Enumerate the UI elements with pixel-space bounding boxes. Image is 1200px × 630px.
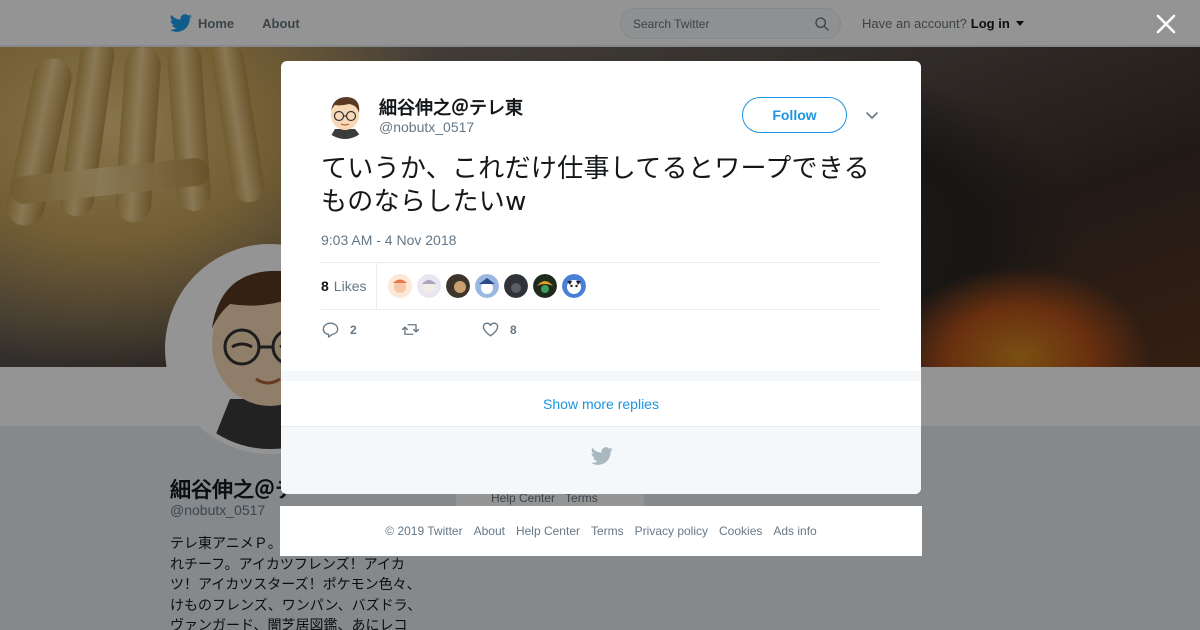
likes-stat[interactable]: 8 Likes (321, 263, 378, 309)
show-more-replies-button[interactable]: Show more replies (281, 381, 921, 427)
retweet-action[interactable] (401, 320, 430, 339)
liker-avatar[interactable] (417, 274, 442, 298)
liker-avatar[interactable] (533, 274, 558, 298)
footer-link-about[interactable]: About (474, 524, 505, 538)
tweet-timestamp[interactable]: 9:03 AM - 4 Nov 2018 (321, 232, 456, 248)
tweet-modal: 細谷伸之＠テレ東 @nobutx_0517 Follow ていうか、これだけ仕事… (281, 61, 921, 494)
like-count: 8 (510, 322, 517, 337)
reply-count: 2 (350, 322, 357, 337)
like-action[interactable]: 8 (481, 320, 517, 339)
tweet-text: ていうか、これだけ仕事してるとワープできるものならしたいw (321, 154, 870, 217)
likes-count: 8 (321, 278, 329, 294)
cartoon-avatar-illustration (321, 91, 369, 139)
footer-link-cookies[interactable]: Cookies (719, 524, 762, 538)
tweet-author-name[interactable]: 細谷伸之＠テレ東 (379, 94, 523, 120)
liker-avatar[interactable] (475, 274, 500, 298)
likes-label: Likes (333, 278, 367, 294)
likers-avatars (388, 274, 587, 298)
copyright-text: © 2019 Twitter (385, 524, 463, 538)
footer-link-ads-info[interactable]: Ads info (773, 524, 816, 538)
footer-link-help-center[interactable]: Help Center (516, 524, 580, 538)
liker-avatar[interactable] (388, 274, 413, 298)
tweet-author-handle[interactable]: @nobutx_0517 (379, 119, 474, 135)
liker-avatar[interactable] (504, 274, 529, 298)
liker-avatar[interactable] (446, 274, 471, 298)
close-icon[interactable] (1154, 12, 1178, 36)
reply-action[interactable]: 2 (321, 320, 357, 339)
tweet-stats: 8 Likes (321, 262, 881, 310)
chevron-down-icon[interactable] (865, 108, 879, 122)
reply-icon[interactable] (321, 320, 340, 339)
twitter-bird-icon (591, 447, 613, 465)
heart-icon[interactable] (481, 320, 500, 339)
liker-avatar[interactable] (562, 274, 587, 298)
page-footer: © 2019 Twitter About Help Center Terms P… (280, 506, 922, 556)
tweet-author-avatar[interactable] (321, 91, 369, 139)
follow-button[interactable]: Follow (742, 97, 847, 133)
footer-link-terms[interactable]: Terms (591, 524, 624, 538)
retweet-icon[interactable] (401, 320, 420, 339)
modal-footer (281, 427, 921, 494)
footer-link-privacy[interactable]: Privacy policy (635, 524, 708, 538)
tweet-actions: 2 8 (321, 320, 621, 342)
section-divider (281, 371, 921, 381)
